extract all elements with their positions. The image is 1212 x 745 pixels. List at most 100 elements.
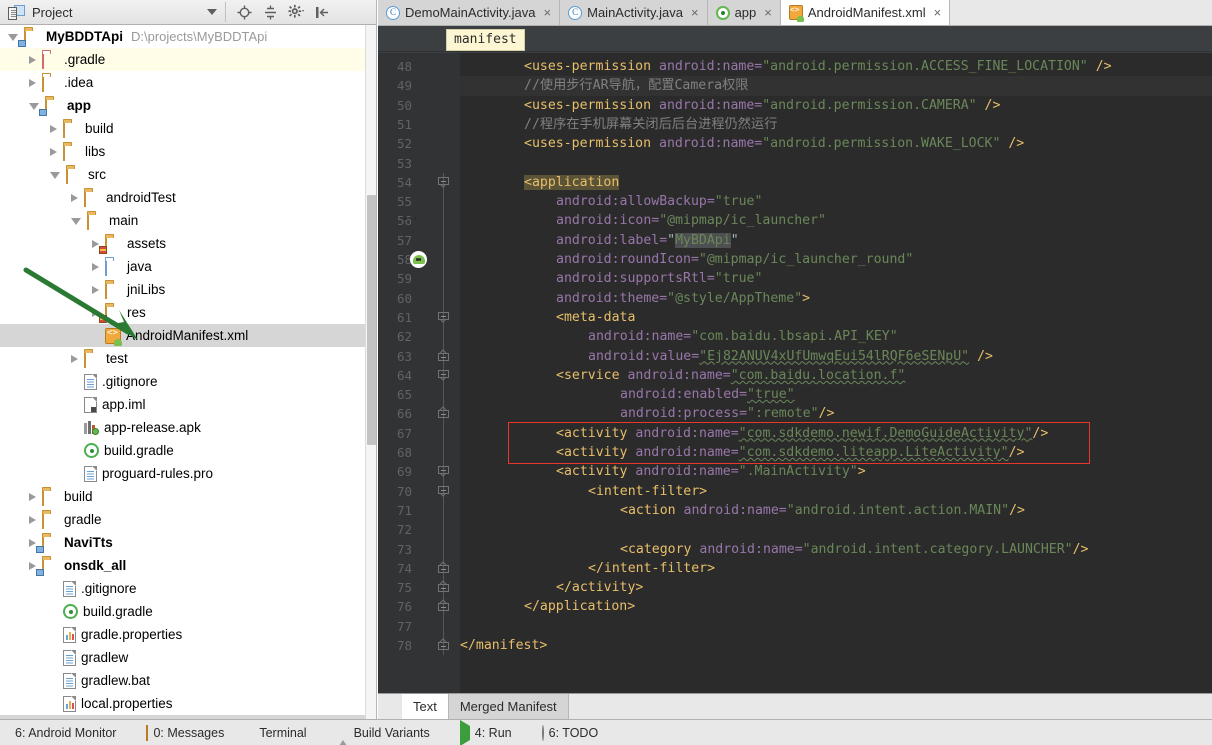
chevron-right-icon[interactable] — [29, 561, 36, 570]
tree-node-app[interactable]: app — [0, 94, 376, 117]
tree-node-java[interactable]: java — [0, 255, 376, 278]
tree-node-gitignore[interactable]: .gitignore — [0, 577, 376, 600]
code-line-68[interactable]: <activity android:name="com.sdkdemo.lite… — [460, 443, 1024, 462]
project-tree[interactable]: MyBDDTApi D:\projects\MyBDDTApi .gradle .id… — [0, 25, 376, 733]
status-item-4-run[interactable]: 4: Run — [459, 720, 512, 745]
code-line-62[interactable]: android:name="com.baidu.lbsapi.API_KEY" — [460, 327, 898, 346]
tree-node-res[interactable]: res — [0, 301, 376, 324]
chevron-right-icon[interactable] — [29, 538, 36, 547]
code-fold-start-icon[interactable] — [438, 311, 449, 323]
code-fold-end-icon[interactable] — [438, 352, 449, 364]
status-item-0-messages[interactable]: 0: Messages — [146, 724, 224, 741]
code-line-59[interactable]: android:supportsRtl="true" — [460, 269, 762, 288]
chevron-right-icon[interactable] — [50, 124, 57, 133]
chevron-down-icon[interactable] — [71, 218, 81, 225]
code-fold-start-icon[interactable] — [438, 369, 449, 381]
code-fold-start-icon[interactable] — [438, 466, 449, 477]
chevron-down-icon[interactable] — [29, 103, 39, 110]
bottom-tab-text[interactable]: Text — [402, 694, 449, 719]
chevron-right-icon[interactable] — [71, 354, 78, 363]
code-line-55[interactable]: android:allowBackup="true" — [460, 192, 762, 211]
tree-node-gradlew[interactable]: gradlew — [0, 646, 376, 669]
code-line-51[interactable]: //程序在手机屏幕关闭后后台进程仍然运行 — [460, 115, 777, 134]
code-line-57[interactable]: android:label="MyBDApi" — [460, 231, 739, 250]
chevron-down-icon[interactable] — [8, 34, 18, 41]
project-tree-vertical-scrollbar[interactable] — [365, 25, 376, 733]
tree-node-jnilibs[interactable]: jniLibs — [0, 278, 376, 301]
tree-node-src[interactable]: src — [0, 163, 376, 186]
code-fold-end-icon[interactable] — [438, 642, 449, 653]
tree-node-main[interactable]: main — [0, 209, 376, 232]
chevron-down-icon[interactable] — [50, 172, 60, 179]
code-line-50[interactable]: <uses-permission android:name="android.p… — [460, 96, 1000, 115]
status-item-build-variants[interactable]: Build Variants — [336, 725, 430, 745]
tree-node-gradle[interactable]: gradle — [0, 508, 376, 531]
tree-node-androidmanifest-xml[interactable]: AndroidManifest.xml — [0, 324, 376, 347]
code-line-60[interactable]: android:theme="@style/AppTheme"> — [460, 289, 810, 308]
tree-node-gradle-properties[interactable]: gradle.properties — [0, 623, 376, 646]
chevron-right-icon[interactable] — [92, 239, 99, 248]
code-line-64[interactable]: <service android:name="com.baidu.locatio… — [460, 366, 905, 385]
chevron-right-icon[interactable] — [29, 515, 36, 524]
code-editor[interactable]: 48 49 50 51 52 53 54 55 56 57 58 59 60 61 62 63 64 65 66 67… — [378, 53, 1212, 693]
tree-node-local-properties[interactable]: local.properties — [0, 692, 376, 715]
code-line-63[interactable]: android:value="Ej82ANUV4xUfUmwqEui54lRQF… — [460, 347, 993, 366]
editor-gutter[interactable]: 48 49 50 51 52 53 54 55 56 57 58 59 60 61 62 63 64 65 66 67… — [378, 53, 460, 693]
code-line-75[interactable]: </activity> — [460, 578, 643, 597]
code-line-69[interactable]: <activity android:name=".MainActivity"> — [460, 462, 866, 481]
code-line-73[interactable]: <category android:name="android.intent.c… — [460, 540, 1088, 559]
bottom-tab-merged-manifest[interactable]: Merged Manifest — [448, 694, 569, 719]
breadcrumb-manifest[interactable]: manifest — [446, 29, 525, 51]
code-fold-end-icon[interactable] — [438, 603, 449, 614]
chevron-down-icon[interactable] — [207, 9, 217, 15]
tree-node-idea[interactable]: .idea — [0, 71, 376, 94]
code-line-67[interactable]: <activity android:name="com.sdkdemo.newi… — [460, 424, 1048, 443]
chevron-right-icon[interactable] — [50, 147, 57, 156]
code-line-48[interactable]: <uses-permission android:name="android.p… — [460, 57, 1112, 76]
tree-node-gradle[interactable]: .gradle — [0, 48, 376, 71]
tree-node-build[interactable]: build — [0, 485, 376, 508]
close-icon[interactable]: × — [691, 5, 699, 20]
tree-node-gradlew-bat[interactable]: gradlew.bat — [0, 669, 376, 692]
tree-node-onsdk-all[interactable]: onsdk_all — [0, 554, 376, 577]
tree-node-build-gradle[interactable]: build.gradle — [0, 600, 376, 623]
tree-node-androidtest[interactable]: androidTest — [0, 186, 376, 209]
code-line-58[interactable]: android:roundIcon="@mipmap/ic_launcher_r… — [460, 250, 913, 269]
close-icon[interactable]: × — [934, 5, 942, 20]
editor-tab-app[interactable]: app × — [707, 0, 781, 25]
settings-gear-icon[interactable] — [288, 4, 305, 21]
code-line-49[interactable]: //使用步行AR导航，配置Camera权限 — [460, 76, 1212, 96]
tree-node-mybddtapi[interactable]: MyBDDTApi D:\projects\MyBDDTApi — [0, 25, 376, 48]
status-item-6-android-monitor[interactable]: 6: Android Monitor — [10, 726, 116, 740]
android-resource-icon[interactable] — [410, 214, 426, 227]
close-icon[interactable]: × — [764, 5, 772, 20]
code-line-74[interactable]: </intent-filter> — [460, 559, 715, 578]
tree-node-build[interactable]: build — [0, 117, 376, 140]
code-line-76[interactable]: </application> — [460, 597, 635, 616]
code-line-78[interactable]: </manifest> — [460, 636, 547, 655]
tree-node-app-iml[interactable]: app.iml — [0, 393, 376, 416]
tree-node-proguard-rules-pro[interactable]: proguard-rules.pro — [0, 462, 376, 485]
code-line-66[interactable]: android:process=":remote"/> — [460, 404, 834, 423]
code-fold-start-icon[interactable] — [438, 485, 449, 497]
chevron-right-icon[interactable] — [92, 262, 99, 271]
tree-node-gitignore[interactable]: .gitignore — [0, 370, 376, 393]
hide-panel-icon[interactable] — [314, 4, 331, 21]
chevron-right-icon[interactable] — [71, 193, 78, 202]
code-fold-end-icon[interactable] — [438, 584, 449, 595]
code-text[interactable]: <uses-permission android:name="android.p… — [460, 53, 1212, 693]
code-line-65[interactable]: android:enabled="true" — [460, 385, 795, 404]
tree-node-assets[interactable]: assets — [0, 232, 376, 255]
tree-node-libs[interactable]: libs — [0, 140, 376, 163]
chevron-right-icon[interactable] — [92, 308, 99, 317]
status-item-terminal[interactable]: Terminal — [254, 726, 306, 740]
tree-node-navitts[interactable]: NaviTts — [0, 531, 376, 554]
editor-tab-demomainactivity-java[interactable]: C DemoMainActivity.java × — [378, 0, 561, 25]
editor-tab-androidmanifest-xml[interactable]: AndroidManifest.xml × — [780, 0, 951, 25]
code-line-70[interactable]: <intent-filter> — [460, 482, 707, 501]
scrollbar-thumb[interactable] — [367, 195, 376, 445]
code-line-52[interactable]: <uses-permission android:name="android.p… — [460, 134, 1024, 153]
code-line-54[interactable]: <application — [460, 173, 620, 192]
chevron-right-icon[interactable] — [29, 492, 36, 501]
code-line-56[interactable]: android:icon="@mipmap/ic_launcher" — [460, 211, 826, 230]
